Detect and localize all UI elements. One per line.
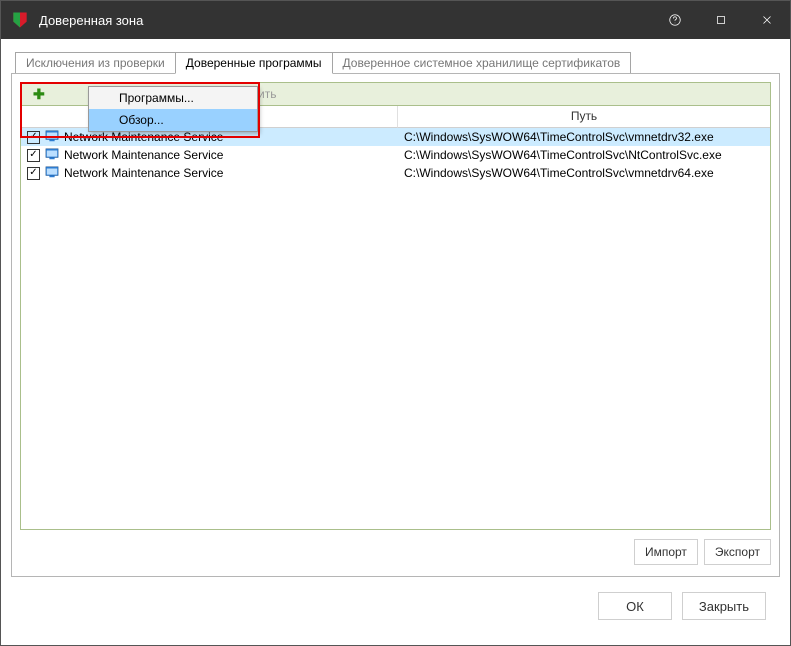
menu-item-browse[interactable]: Обзор... xyxy=(89,109,257,131)
cancel-button[interactable]: Закрыть xyxy=(682,592,766,620)
program-name: Network Maintenance Service xyxy=(64,148,223,162)
plus-icon: ✚ xyxy=(33,87,45,101)
cell-program: ✓ Network Maintenance Service xyxy=(21,147,398,164)
app-icon xyxy=(45,147,59,164)
window-title: Доверенная зона xyxy=(39,13,652,28)
tab-trusted-programs[interactable]: Доверенные программы xyxy=(175,52,333,74)
app-icon xyxy=(45,129,59,146)
program-name: Network Maintenance Service xyxy=(64,166,223,180)
row-checkbox[interactable]: ✓ xyxy=(27,149,40,162)
maximize-button[interactable] xyxy=(698,1,744,39)
trusted-zone-window: Доверенная зона Исключения из проверки Д… xyxy=(0,0,791,646)
tab-exclusions[interactable]: Исключения из проверки xyxy=(15,52,176,74)
panel-footer: Импорт Экспорт xyxy=(20,536,771,568)
app-icon xyxy=(45,165,59,182)
kaspersky-logo-icon xyxy=(1,1,39,39)
import-button[interactable]: Импорт xyxy=(634,539,698,565)
table-row[interactable]: ✓ Network Maintenance Service C:\Windows\S… xyxy=(21,164,770,182)
col-header-path[interactable]: Путь xyxy=(398,106,770,128)
add-dropdown-menu: Программы... Обзор... xyxy=(88,86,258,132)
cell-program: ✓ Network Maintenance Service xyxy=(21,165,398,182)
trusted-programs-table: Программа Путь ✓Network Maintenance Serv… xyxy=(20,106,771,530)
program-name: Network Maintenance Service xyxy=(64,130,223,144)
help-button[interactable] xyxy=(652,1,698,39)
menu-item-programs[interactable]: Программы... xyxy=(89,87,257,109)
table-row[interactable]: ✓ Network Maintenance Service C:\Windows\S… xyxy=(21,146,770,164)
dialog-footer: ОК Закрыть xyxy=(11,577,780,635)
cell-path: C:\Windows\SysWOW64\TimeControlSvc\NtCon… xyxy=(398,148,770,162)
trusted-programs-panel: ✚ Добавить Доб Изменить лить Программы..… xyxy=(11,73,780,577)
export-button[interactable]: Экспорт xyxy=(704,539,771,565)
client-area: Исключения из проверки Доверенные програ… xyxy=(1,39,790,645)
row-checkbox[interactable]: ✓ xyxy=(27,167,40,180)
cell-path: C:\Windows\SysWOW64\TimeControlSvc\vmnet… xyxy=(398,130,770,144)
close-button[interactable] xyxy=(744,1,790,39)
row-checkbox[interactable]: ✓ xyxy=(27,131,40,144)
titlebar: Доверенная зона xyxy=(1,1,790,39)
cell-path: C:\Windows\SysWOW64\TimeControlSvc\vmnet… xyxy=(398,166,770,180)
tab-trusted-cert-store[interactable]: Доверенное системное хранилище сертифика… xyxy=(332,52,632,74)
tab-bar: Исключения из проверки Доверенные програ… xyxy=(15,51,780,73)
table-body: ✓ Network Maintenance Service C:\Windows\S… xyxy=(21,128,770,529)
ok-button[interactable]: ОК xyxy=(598,592,672,620)
